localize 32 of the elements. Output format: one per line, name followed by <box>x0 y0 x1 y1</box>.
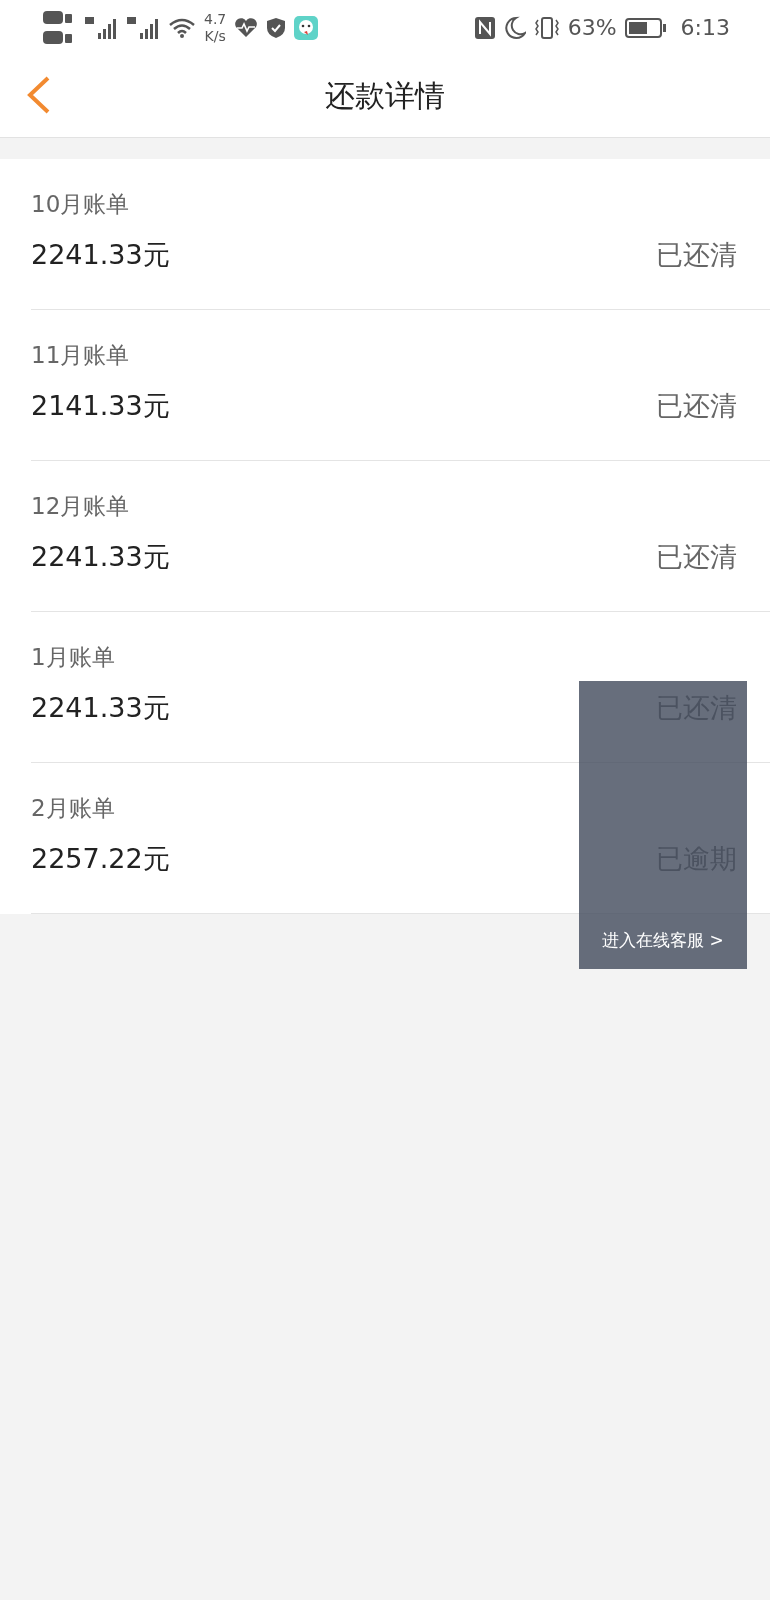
signal-icon <box>126 14 160 41</box>
network-speed: 4.7 <box>204 10 227 28</box>
bill-period: 10月账单 <box>31 190 130 219</box>
network-speed-unit: K/s <box>204 27 226 45</box>
bill-amount: 2141.33元 <box>31 389 170 423</box>
page-title: 还款详情 <box>325 76 445 115</box>
bill-amount: 2241.33元 <box>31 238 170 272</box>
bill-period: 1月账单 <box>31 643 115 672</box>
bill-amount: 2257.22元 <box>31 842 170 876</box>
nfc-icon <box>473 15 496 40</box>
battery-percent: 63% <box>567 15 617 40</box>
wifi-icon <box>168 16 196 39</box>
battery-icon <box>624 16 667 39</box>
bill-amount: 2241.33元 <box>31 691 170 725</box>
bill-status: 已还清 <box>656 540 737 574</box>
shield-check-icon <box>266 16 287 39</box>
bill-item[interactable]: 10月账单 2241.33元 已还清 <box>31 159 770 310</box>
bill-period: 2月账单 <box>31 794 115 823</box>
bill-status: 已还清 <box>656 389 737 423</box>
online-support-link[interactable]: 进入在线客服 > <box>602 929 724 952</box>
moon-icon <box>503 15 526 40</box>
app-icon <box>294 15 319 40</box>
bill-status: 已还清 <box>656 238 737 272</box>
clock: 6:13 <box>680 15 730 40</box>
bill-item[interactable]: 12月账单 2241.33元 已还清 <box>31 461 770 612</box>
signal-icon <box>84 14 118 41</box>
heart-pulse-icon <box>234 17 259 38</box>
bill-amount: 2241.33元 <box>31 540 170 574</box>
bill-period: 12月账单 <box>31 492 130 521</box>
bill-period: 11月账单 <box>31 341 130 370</box>
bill-item[interactable]: 11月账单 2141.33元 已还清 <box>31 310 770 461</box>
vibrate-icon <box>533 15 560 40</box>
